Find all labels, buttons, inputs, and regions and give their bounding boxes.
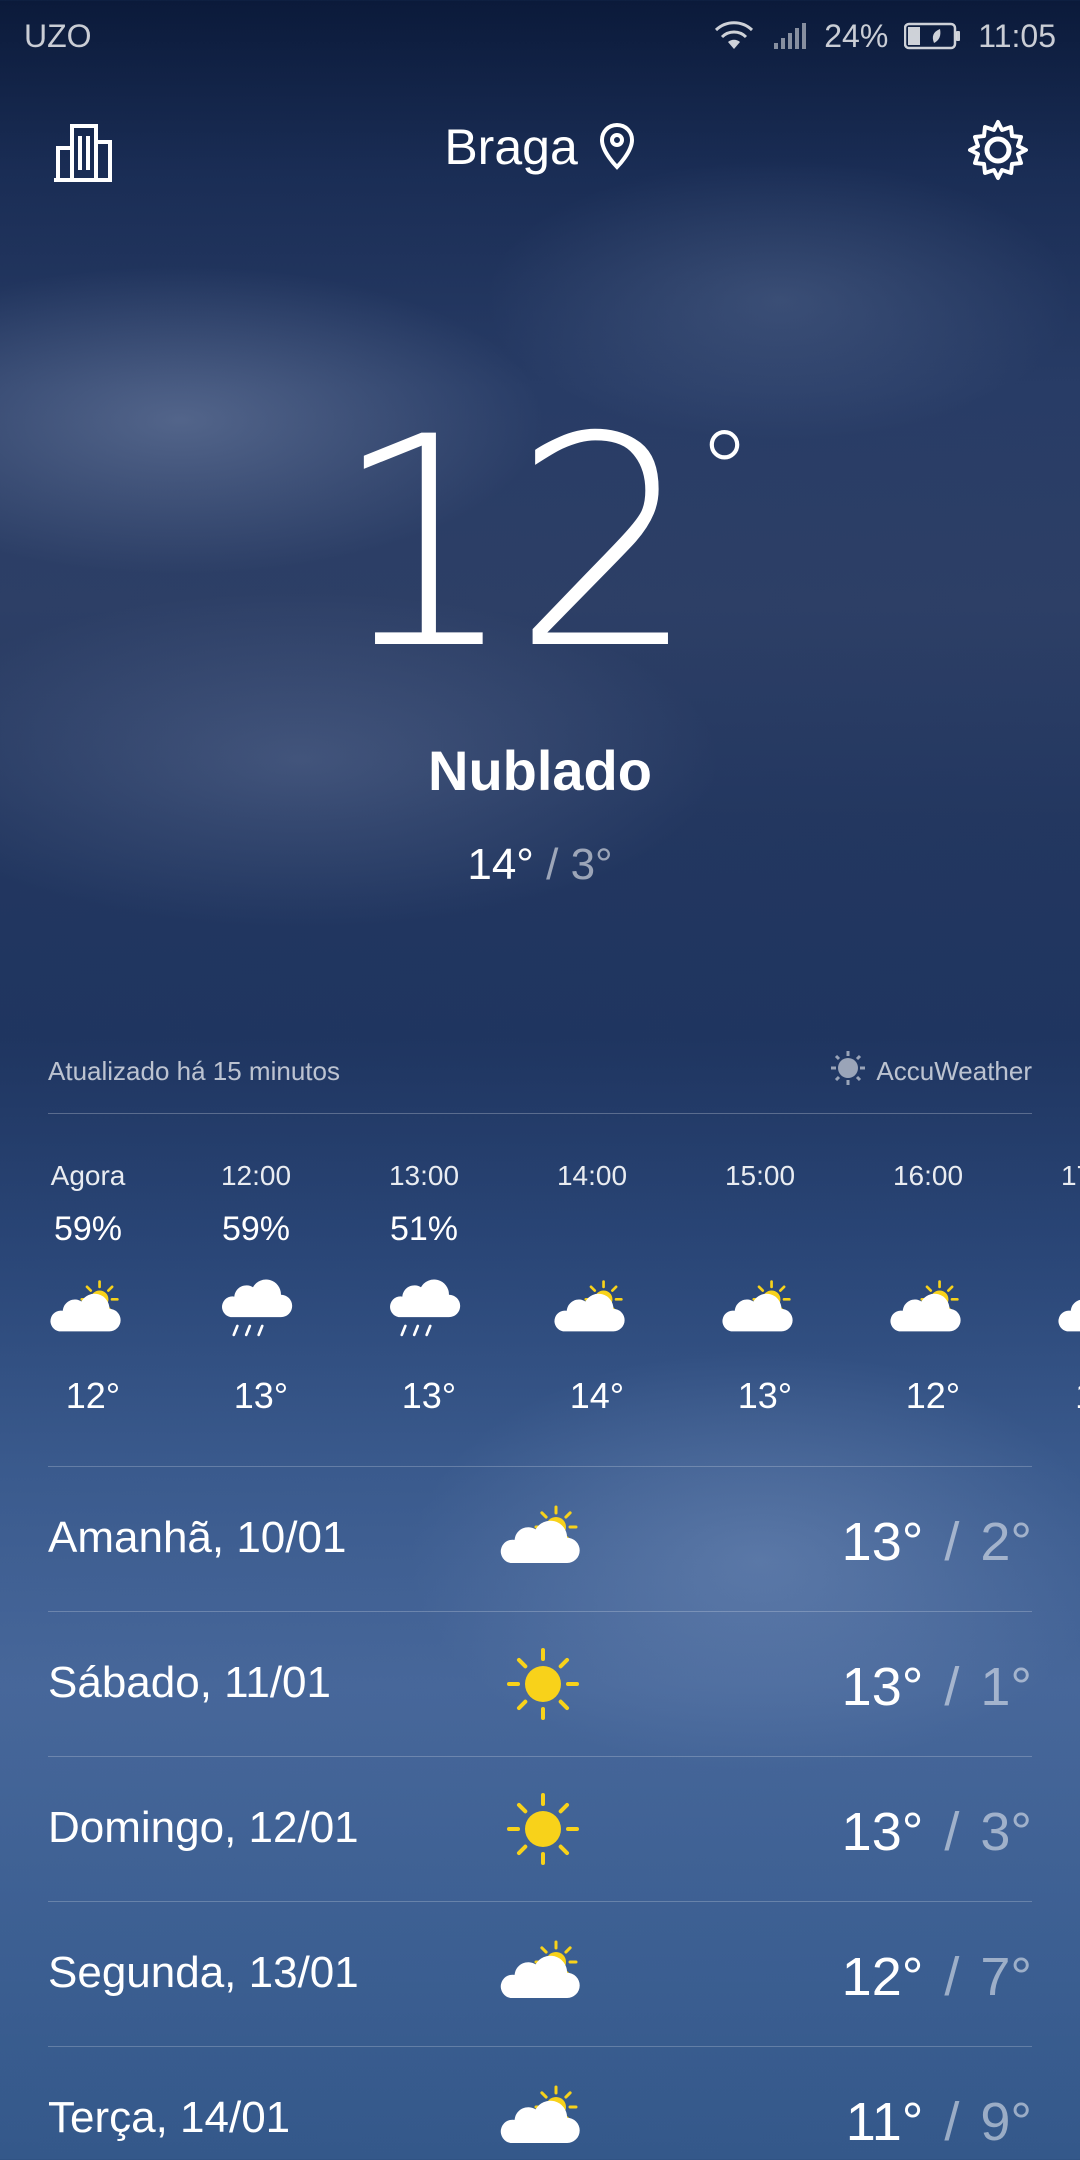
daily-low: 7°	[980, 1947, 1032, 2007]
daily-row[interactable]: Sábado, 11/01 13° / 1°	[48, 1612, 1032, 1757]
today-low: 3°	[570, 840, 613, 889]
today-high-low: 14° / 3°	[0, 840, 1080, 890]
wifi-icon	[712, 19, 756, 53]
rain-icon	[216, 1272, 296, 1352]
hourly-temp: 12°	[905, 1375, 961, 1416]
today-high: 14°	[467, 840, 534, 889]
location-name: Braga	[444, 119, 578, 175]
hourly-precip: 59%	[221, 1210, 291, 1248]
daily-separator: /	[929, 1657, 975, 1717]
hourly-time: 13:00	[388, 1160, 460, 1191]
daily-high: 11°	[845, 2092, 924, 2152]
hourly-temp: 13°	[233, 1375, 289, 1416]
partly-cloudy-icon	[1056, 1272, 1080, 1352]
daily-date: Segunda, 13/01	[48, 1948, 359, 1997]
daily-forecast: Amanhã, 10/01 13° / 2° Sábado, 11/01 13°…	[48, 1466, 1032, 2160]
daily-separator: /	[929, 1947, 975, 2007]
updated-row: Atualizado há 15 minutos AccuWeather	[48, 1050, 1032, 1114]
partly-cloudy-icon	[498, 1497, 588, 1581]
hourly-time: 14:00	[556, 1160, 628, 1191]
accuweather-sun-icon	[830, 1050, 866, 1093]
clock: 11:05	[978, 17, 1056, 54]
daily-date: Amanhã, 10/01	[48, 1513, 347, 1562]
provider-link[interactable]: AccuWeather	[830, 1050, 1032, 1093]
status-bar: UZO 24% 11:05	[0, 0, 1080, 72]
hourly-item: 12:00 59% 13°	[216, 1160, 384, 1440]
hourly-item: 13:00 51% 13°	[384, 1160, 552, 1440]
hourly-forecast[interactable]: Agora 59% 12° 12:00 59% 13° 13:00 51% 13…	[48, 1160, 1080, 1440]
degree-symbol: °	[697, 407, 752, 535]
location-title[interactable]: Braga	[0, 118, 1080, 182]
daily-low: 1°	[980, 1657, 1032, 1717]
daily-temps: 11° / 9°	[846, 2091, 1032, 2153]
daily-row[interactable]: Domingo, 12/01 13° / 3°	[48, 1757, 1032, 1902]
daily-row[interactable]: Segunda, 13/01 12° / 7°	[48, 1902, 1032, 2047]
battery-percent: 24%	[824, 17, 889, 54]
hourly-time: 17:00	[1060, 1160, 1080, 1191]
partly-cloudy-icon	[720, 1272, 800, 1352]
hourly-temp: 13°	[737, 1375, 793, 1416]
hourly-precip: 59%	[53, 1210, 123, 1248]
partly-cloudy-icon	[552, 1272, 632, 1352]
partly-cloudy-icon	[888, 1272, 968, 1352]
daily-high: 13°	[841, 1512, 924, 1572]
hourly-temp: 12°	[65, 1375, 121, 1416]
current-temperature: 12°	[0, 400, 1080, 690]
hourly-item: 17:00 11°	[1056, 1160, 1080, 1440]
hourly-precip: 51%	[389, 1210, 459, 1248]
daily-row[interactable]: Terça, 14/01 11° / 9°	[48, 2047, 1032, 2160]
hourly-item: 16:00 12°	[888, 1160, 1056, 1440]
daily-temps: 13° / 1°	[842, 1656, 1032, 1718]
sun-icon	[498, 1642, 588, 1726]
signal-icon	[772, 21, 808, 51]
rain-icon	[384, 1272, 464, 1352]
daily-row[interactable]: Amanhã, 10/01 13° / 2°	[48, 1467, 1032, 1612]
daily-low: 9°	[980, 2092, 1032, 2152]
battery-icon	[904, 21, 962, 51]
hourly-time: 15:00	[724, 1160, 796, 1191]
updated-text: Atualizado há 15 minutos	[48, 1056, 340, 1086]
hourly-temp: 14°	[569, 1375, 625, 1416]
current-temperature-value: 12	[331, 376, 697, 713]
daily-high: 13°	[841, 1802, 924, 1862]
hourly-time: Agora	[50, 1160, 126, 1191]
daily-separator: /	[929, 2092, 975, 2152]
daily-temps: 13° / 2°	[842, 1511, 1032, 1573]
hourly-item: 14:00 14°	[552, 1160, 720, 1440]
partly-cloudy-icon	[498, 2077, 588, 2160]
top-bar: Braga	[0, 110, 1080, 190]
partly-cloudy-icon	[48, 1272, 128, 1352]
hourly-temp: 13°	[401, 1375, 457, 1416]
hourly-item: 15:00 13°	[720, 1160, 888, 1440]
gear-icon	[968, 120, 1028, 180]
hourly-time: 12:00	[220, 1160, 292, 1191]
daily-low: 2°	[980, 1512, 1032, 1572]
daily-high: 13°	[841, 1657, 924, 1717]
current-condition: Nublado	[428, 739, 652, 802]
daily-temps: 12° / 7°	[842, 1946, 1032, 2008]
high-low-separator: /	[533, 840, 571, 889]
hourly-item: Agora 59% 12°	[48, 1160, 216, 1440]
daily-separator: /	[929, 1512, 975, 1572]
settings-button[interactable]	[966, 118, 1030, 182]
daily-high: 12°	[841, 1947, 924, 2007]
daily-low: 3°	[980, 1802, 1032, 1862]
provider-name: AccuWeather	[876, 1056, 1032, 1086]
hourly-time: 16:00	[892, 1160, 964, 1191]
daily-separator: /	[929, 1802, 975, 1862]
carrier-label: UZO	[24, 17, 92, 54]
daily-date: Terça, 14/01	[48, 2093, 291, 2142]
daily-date: Sábado, 11/01	[48, 1658, 331, 1707]
location-pin-icon	[598, 122, 636, 182]
daily-temps: 13° / 3°	[842, 1801, 1032, 1863]
hourly-temp: 11°	[1056, 1375, 1080, 1417]
daily-date: Domingo, 12/01	[48, 1803, 359, 1852]
partly-cloudy-icon	[498, 1932, 588, 2016]
sun-icon	[498, 1787, 588, 1871]
